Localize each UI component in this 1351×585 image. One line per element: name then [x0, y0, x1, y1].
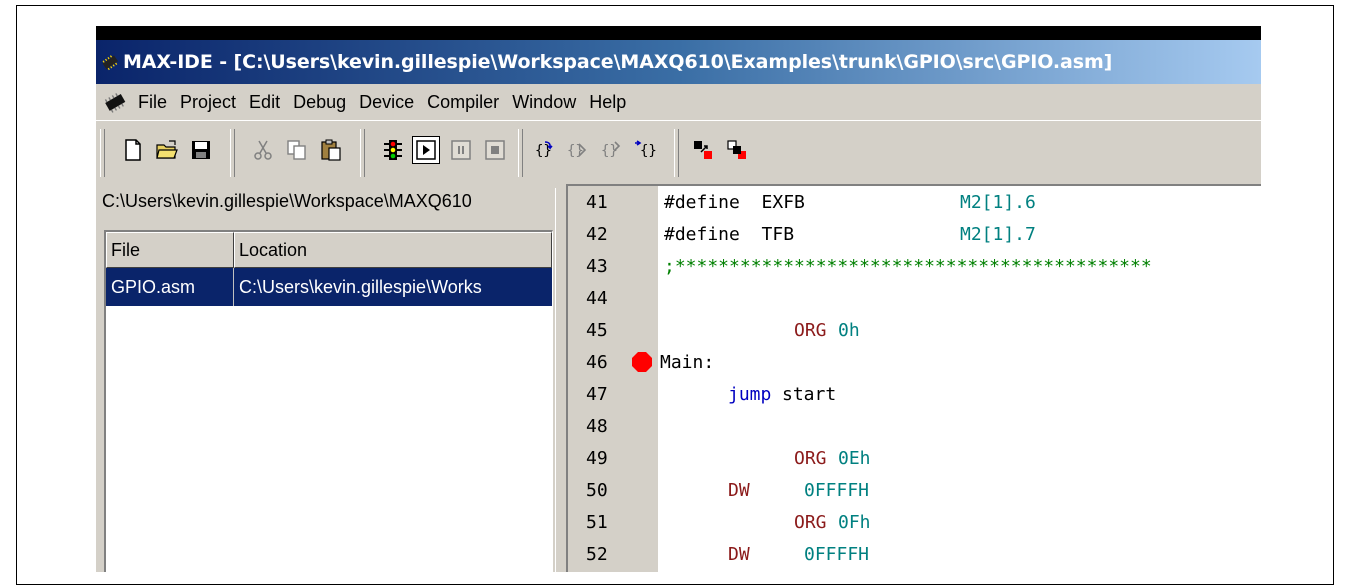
line-number: 51	[586, 511, 608, 533]
line-number: 46	[586, 351, 608, 373]
workspace-path: C:\Users\kevin.gillespie\Workspace\MAXQ6…	[102, 191, 472, 211]
paste-icon[interactable]	[316, 135, 346, 165]
menu-device[interactable]: Device	[359, 92, 414, 113]
code-line: #define EXFB M2[1].6	[658, 186, 1261, 218]
menu-bar: File Project Edit Debug Device Compiler …	[96, 84, 1261, 121]
directive-keyword: ORG	[794, 447, 827, 469]
code-line: DW 0FFFFH	[658, 474, 1261, 506]
line-number: 48	[586, 415, 608, 437]
menu-debug[interactable]: Debug	[293, 92, 346, 113]
chip-document-icon[interactable]	[100, 90, 130, 114]
max-ide-window: MAX-IDE - [C:\Users\kevin.gillespie\Work…	[96, 26, 1261, 572]
breakpoint-clear-icon[interactable]	[722, 135, 752, 165]
code-line: Main:	[658, 346, 1261, 378]
directive-keyword: ORG	[794, 319, 827, 341]
svg-text:{}: {}	[640, 143, 657, 159]
file-panel: C:\Users\kevin.gillespie\Workspace\MAXQ6…	[96, 188, 555, 572]
directive-keyword: ORG	[794, 511, 827, 533]
svg-text:{}: {}	[601, 143, 618, 159]
step-out-icon[interactable]: {}	[596, 135, 626, 165]
directive-value: 0Fh	[838, 511, 871, 533]
breakpoint-icon[interactable]	[631, 351, 653, 373]
line-number: 41	[586, 191, 608, 213]
line-number: 42	[586, 223, 608, 245]
line-number: 45	[586, 319, 608, 341]
title-bar[interactable]: MAX-IDE - [C:\Users\kevin.gillespie\Work…	[96, 40, 1261, 84]
define-value: M2[1].7	[960, 223, 1036, 245]
code-line: ORG 0Fh	[658, 506, 1261, 538]
toolbar-separator	[230, 129, 235, 177]
toolbar-separator	[674, 129, 679, 177]
line-number: 52	[586, 543, 608, 565]
menu-compiler[interactable]: Compiler	[427, 92, 499, 113]
code-line: ;***************************************…	[658, 250, 1261, 282]
menu-edit[interactable]: Edit	[249, 92, 280, 113]
file-location-cell: C:\Users\kevin.gillespie\Works	[239, 276, 482, 297]
stop-icon[interactable]	[480, 135, 510, 165]
column-header-file[interactable]: File	[106, 232, 234, 268]
menu-window[interactable]: Window	[512, 92, 576, 113]
toolbar-grip[interactable]	[100, 129, 105, 177]
code-text-area[interactable]: #define EXFB M2[1].6 #define TFB M2[1].7…	[658, 186, 1261, 572]
code-label: Main:	[660, 351, 715, 373]
menu-project[interactable]: Project	[180, 92, 236, 113]
cut-icon[interactable]	[248, 135, 278, 165]
code-line: ORG 0h	[658, 314, 1261, 346]
define-directive: #define TFB	[664, 223, 795, 245]
code-line: jump start	[658, 378, 1261, 410]
directive-keyword: DW	[728, 543, 750, 565]
directive-value: 0Eh	[838, 447, 871, 469]
breakpoint-toggle-icon[interactable]	[688, 135, 718, 165]
step-over-icon[interactable]: {}	[562, 135, 592, 165]
define-value: M2[1].6	[960, 191, 1036, 213]
file-name-cell: GPIO.asm	[106, 268, 234, 306]
toolbar-separator	[518, 129, 523, 177]
code-line: #define TFB M2[1].7	[658, 218, 1261, 250]
line-number: 49	[586, 447, 608, 469]
open-folder-icon[interactable]	[152, 135, 182, 165]
pause-icon[interactable]	[446, 135, 476, 165]
line-number: 44	[586, 287, 608, 309]
window-title: MAX-IDE - [C:\Users\kevin.gillespie\Work…	[123, 51, 1113, 73]
traffic-light-icon[interactable]	[378, 135, 408, 165]
directive-value: 0FFFFH	[804, 543, 870, 565]
menu-help[interactable]: Help	[589, 92, 626, 113]
define-directive: #define EXFB	[664, 191, 805, 213]
toolbar-separator	[360, 129, 365, 177]
line-number: 43	[586, 255, 608, 277]
save-icon[interactable]	[186, 135, 216, 165]
code-line: DW 0FFFFH	[658, 538, 1261, 570]
menu-file[interactable]: File	[138, 92, 167, 113]
step-return-icon[interactable]: {}	[630, 135, 660, 165]
line-number-gutter[interactable]: 41 42 43 44 45 46 47 48 49 50 51 52	[568, 186, 658, 572]
opcode-argument: start	[782, 383, 837, 405]
file-list[interactable]: File Location GPIO.asm C:\Users\kevin.gi…	[104, 230, 553, 572]
run-icon[interactable]	[412, 136, 440, 164]
line-number: 47	[586, 383, 608, 405]
file-list-header: File Location	[106, 232, 552, 268]
code-editor[interactable]: 41 42 43 44 45 46 47 48 49 50 51 52 #def…	[566, 184, 1261, 572]
file-list-row[interactable]: GPIO.asm C:\Users\kevin.gillespie\Works	[106, 268, 552, 306]
directive-keyword: DW	[728, 479, 750, 501]
chip-app-icon	[100, 52, 120, 72]
new-file-icon[interactable]	[118, 135, 148, 165]
opcode: jump	[728, 383, 772, 405]
copy-icon[interactable]	[282, 135, 312, 165]
comment: ;***************************************…	[664, 255, 1152, 277]
window-top-edge	[96, 26, 1261, 40]
column-header-location[interactable]: Location	[234, 232, 552, 268]
directive-value: 0FFFFH	[804, 479, 870, 501]
code-line: ORG 0Eh	[658, 442, 1261, 474]
directive-value: 0h	[838, 319, 860, 341]
line-number: 50	[586, 479, 608, 501]
step-into-icon[interactable]: {}	[530, 135, 560, 165]
